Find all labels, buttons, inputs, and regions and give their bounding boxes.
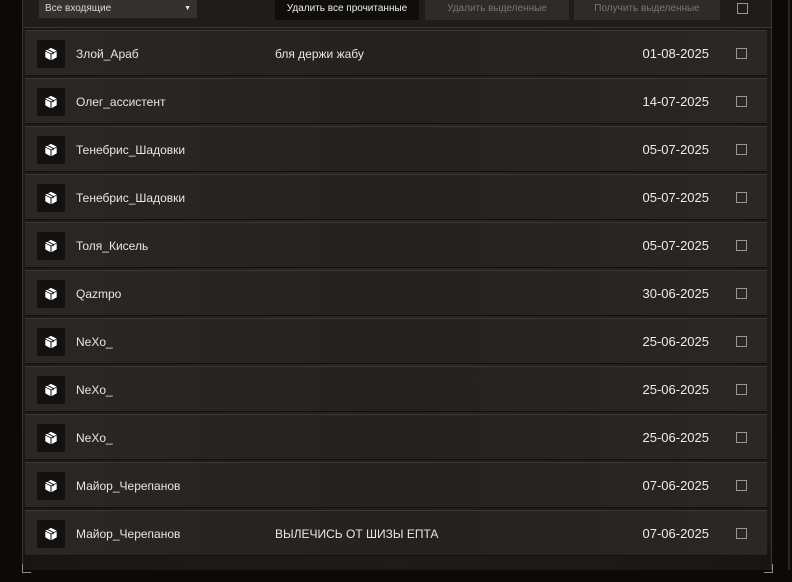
message-date: 14-07-2025	[642, 94, 710, 109]
message-sender: Толя_Кисель	[76, 239, 149, 253]
message-checkbox[interactable]	[736, 240, 747, 251]
package-icon	[37, 376, 65, 404]
message-date: 01-08-2025	[642, 46, 710, 61]
message-sender: NeXo_	[76, 335, 113, 349]
message-sender: Тенебрис_Шадовки	[76, 143, 186, 157]
message-checkbox[interactable]	[736, 480, 747, 491]
message-date: 30-06-2025	[642, 286, 710, 301]
mail-toolbar: Все входящие ▼ Удалить все прочитанные У…	[23, 0, 771, 28]
mail-window: Все входящие ▼ Удалить все прочитанные У…	[22, 0, 772, 570]
message-checkbox[interactable]	[736, 96, 747, 107]
message-sender: Майор_Черепанов	[76, 479, 181, 493]
message-date: 05-07-2025	[642, 190, 710, 205]
message-checkbox[interactable]	[736, 432, 747, 443]
message-row[interactable]: NeXo_ 25-06-2025	[25, 366, 767, 412]
inbox-filter-value: Все входящие	[45, 3, 112, 14]
message-row[interactable]: Олег_ассистент 14-07-2025	[25, 78, 767, 124]
message-sender: Майор_Черепанов	[76, 527, 181, 541]
message-sender: NeXo_	[76, 383, 113, 397]
message-row[interactable]: NeXo_ 25-06-2025	[25, 318, 767, 364]
message-row[interactable]: Qazmpo 30-06-2025	[25, 270, 767, 316]
package-icon	[37, 280, 65, 308]
message-checkbox[interactable]	[736, 144, 747, 155]
message-row[interactable]: NeXo_ 25-06-2025	[25, 414, 767, 460]
package-icon	[37, 232, 65, 260]
inbox-filter-select[interactable]: Все входящие ▼	[39, 0, 197, 18]
package-icon	[37, 328, 65, 356]
message-checkbox[interactable]	[736, 288, 747, 299]
message-row[interactable]: Толя_Кисель 05-07-2025	[25, 222, 767, 268]
message-checkbox[interactable]	[736, 384, 747, 395]
receive-selected-button[interactable]: Получить выделенные	[574, 0, 720, 20]
message-row[interactable]: Тенебрис_Шадовки 05-07-2025	[25, 174, 767, 220]
select-all-checkbox[interactable]	[737, 3, 748, 14]
message-row[interactable]: Майор_Черепанов ВЫЛЕЧИСЬ ОТ ШИЗЫ ЕПТА 07-0…	[25, 510, 767, 556]
package-icon	[37, 424, 65, 452]
package-icon	[37, 184, 65, 212]
message-subject: бля держи жабу	[275, 47, 364, 61]
message-row[interactable]: Злой_Араб бля держи жабу 01-08-2025	[25, 30, 767, 76]
message-checkbox[interactable]	[736, 192, 747, 203]
message-sender: Олег_ассистент	[76, 95, 166, 109]
message-sender: Qazmpo	[76, 287, 122, 301]
message-date: 25-06-2025	[642, 430, 710, 445]
message-date: 07-06-2025	[642, 478, 710, 493]
frame-edge	[788, 0, 790, 570]
package-icon	[37, 472, 65, 500]
message-checkbox[interactable]	[736, 336, 747, 347]
message-date: 05-07-2025	[642, 238, 710, 253]
delete-all-read-button[interactable]: Удалить все прочитанные	[275, 0, 419, 20]
delete-selected-button[interactable]: Удалить выделенные	[425, 0, 569, 20]
message-date: 07-06-2025	[642, 526, 710, 541]
message-sender: Тенебрис_Шадовки	[76, 191, 186, 205]
message-list: Злой_Араб бля держи жабу 01-08-2025 Олег_ас…	[25, 30, 767, 558]
message-checkbox[interactable]	[736, 48, 747, 59]
message-date: 25-06-2025	[642, 382, 710, 397]
package-icon	[37, 520, 65, 548]
frame-corner-bottom-right	[764, 564, 773, 573]
message-row[interactable]: Тенебрис_Шадовки 05-07-2025	[25, 126, 767, 172]
triangle-down-icon: ▼	[184, 5, 191, 12]
message-subject: ВЫЛЕЧИСЬ ОТ ШИЗЫ ЕПТА	[275, 527, 439, 541]
message-date: 05-07-2025	[642, 142, 710, 157]
message-sender: NeXo_	[76, 431, 113, 445]
package-icon	[37, 40, 65, 68]
message-date: 25-06-2025	[642, 334, 710, 349]
package-icon	[37, 136, 65, 164]
frame-corner-bottom-left	[22, 564, 31, 573]
message-row[interactable]: Майор_Черепанов 07-06-2025	[25, 462, 767, 508]
message-checkbox[interactable]	[736, 528, 747, 539]
message-sender: Злой_Араб	[76, 47, 139, 61]
package-icon	[37, 88, 65, 116]
